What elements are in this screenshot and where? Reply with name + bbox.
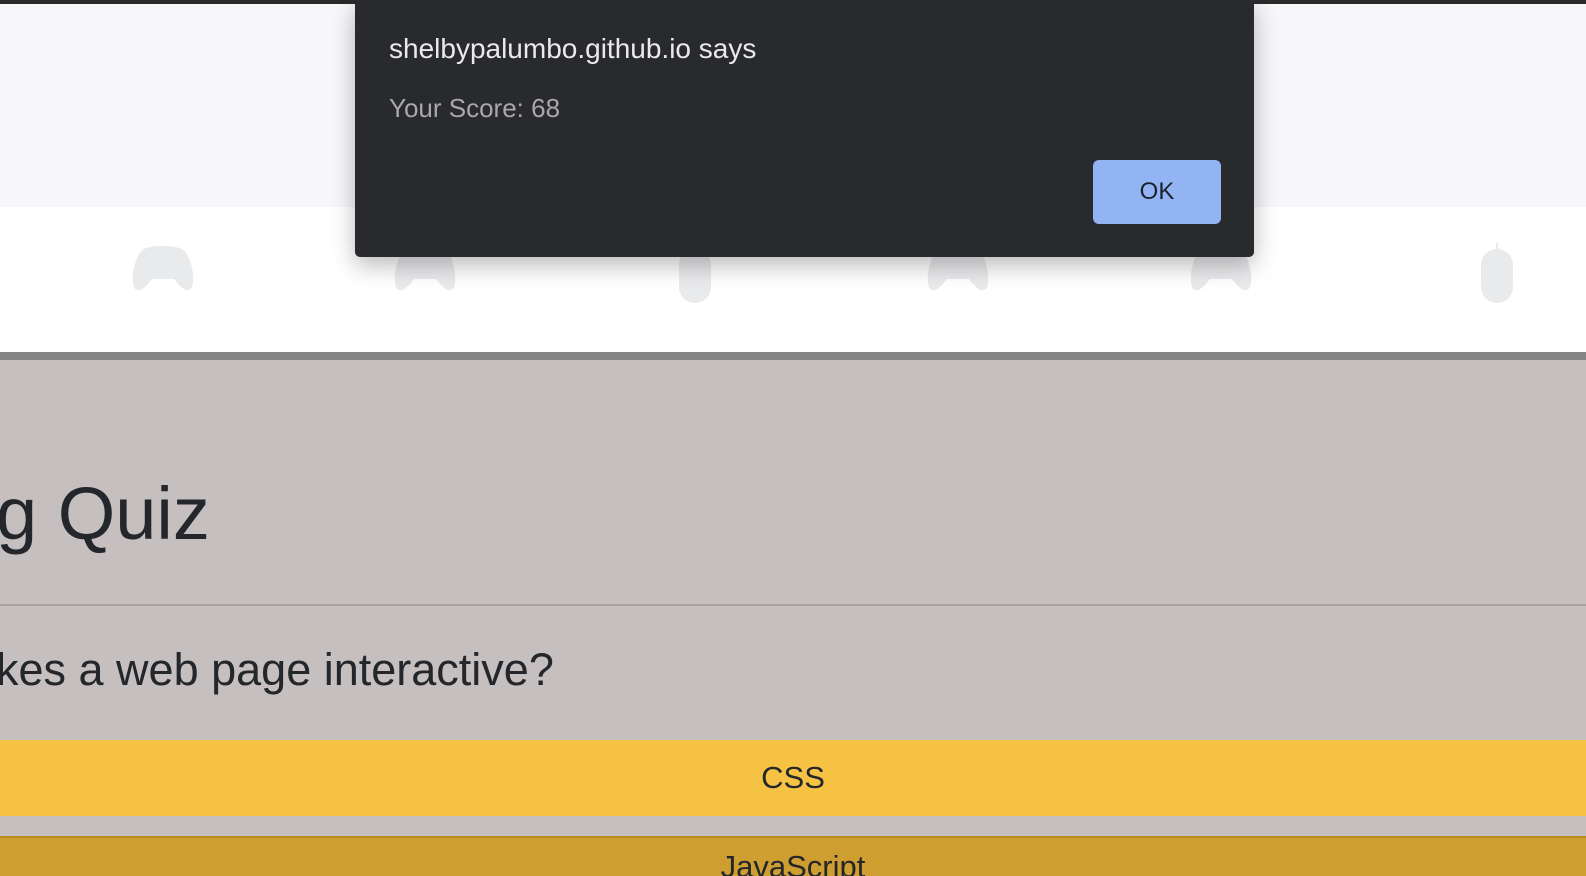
- gamepad-icon: [132, 246, 194, 291]
- alert-message: Your Score: 68: [389, 93, 561, 123]
- ok-button[interactable]: OK: [1093, 160, 1221, 224]
- answer-button-css[interactable]: CSS: [0, 740, 1586, 816]
- quiz-section: g Quiz kes a web page interactive? CSS J…: [0, 360, 1586, 876]
- answer-button-javascript[interactable]: JavaScript: [0, 836, 1586, 876]
- quiz-divider: [0, 604, 1586, 606]
- quiz-question: kes a web page interactive?: [0, 644, 554, 695]
- alert-dialog: shelbypalumbo.github.io says Your Score:…: [355, 0, 1254, 257]
- alert-title: shelbypalumbo.github.io says: [389, 33, 757, 64]
- quiz-title: g Quiz: [0, 472, 210, 555]
- mouse-icon: [1481, 243, 1513, 303]
- banner-divider: [0, 352, 1586, 360]
